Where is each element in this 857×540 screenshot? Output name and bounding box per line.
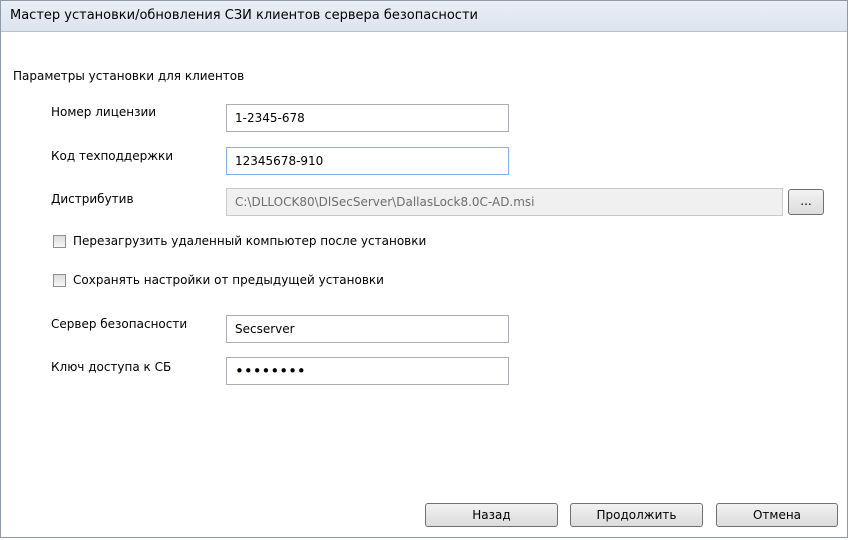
checkbox-icon bbox=[53, 273, 66, 287]
title-bar: Мастер установки/обновления СЗИ клиентов… bbox=[1, 1, 847, 32]
keep-settings-checkbox[interactable]: Сохранять настройки от предыдущей устано… bbox=[53, 273, 384, 287]
server-label: Сервер безопасности bbox=[51, 317, 188, 331]
installer-dialog: Мастер установки/обновления СЗИ клиентов… bbox=[0, 0, 848, 538]
window-title: Мастер установки/обновления СЗИ клиентов… bbox=[10, 8, 478, 23]
support-code-label: Код техподдержки bbox=[51, 149, 174, 163]
continue-button[interactable]: Продолжить bbox=[570, 503, 703, 527]
keep-settings-checkbox-label: Сохранять настройки от предыдущей устано… bbox=[73, 273, 384, 287]
access-key-label: Ключ доступа к СБ bbox=[51, 360, 172, 374]
license-field[interactable]: 1-2345-678 bbox=[226, 104, 509, 132]
back-button[interactable]: Назад bbox=[425, 503, 558, 527]
support-code-field[interactable]: 12345678-910 bbox=[226, 147, 509, 175]
section-title: Параметры установки для клиентов bbox=[13, 69, 245, 83]
reboot-checkbox-label: Перезагрузить удаленный компьютер после … bbox=[73, 234, 427, 248]
cancel-button[interactable]: Отмена bbox=[716, 503, 838, 527]
distributive-path-field: C:\DLLOCK80\DlSecServer\DallasLock8.0C-A… bbox=[226, 188, 783, 216]
distributive-label: Дистрибутив bbox=[51, 192, 134, 206]
server-field[interactable]: Secserver bbox=[226, 315, 509, 343]
access-key-password-field[interactable]: •••••••• bbox=[226, 357, 509, 385]
checkbox-icon bbox=[53, 234, 66, 248]
browse-button[interactable]: ... bbox=[788, 189, 824, 215]
reboot-checkbox[interactable]: Перезагрузить удаленный компьютер после … bbox=[53, 234, 426, 248]
license-label: Номер лицензии bbox=[51, 105, 157, 119]
